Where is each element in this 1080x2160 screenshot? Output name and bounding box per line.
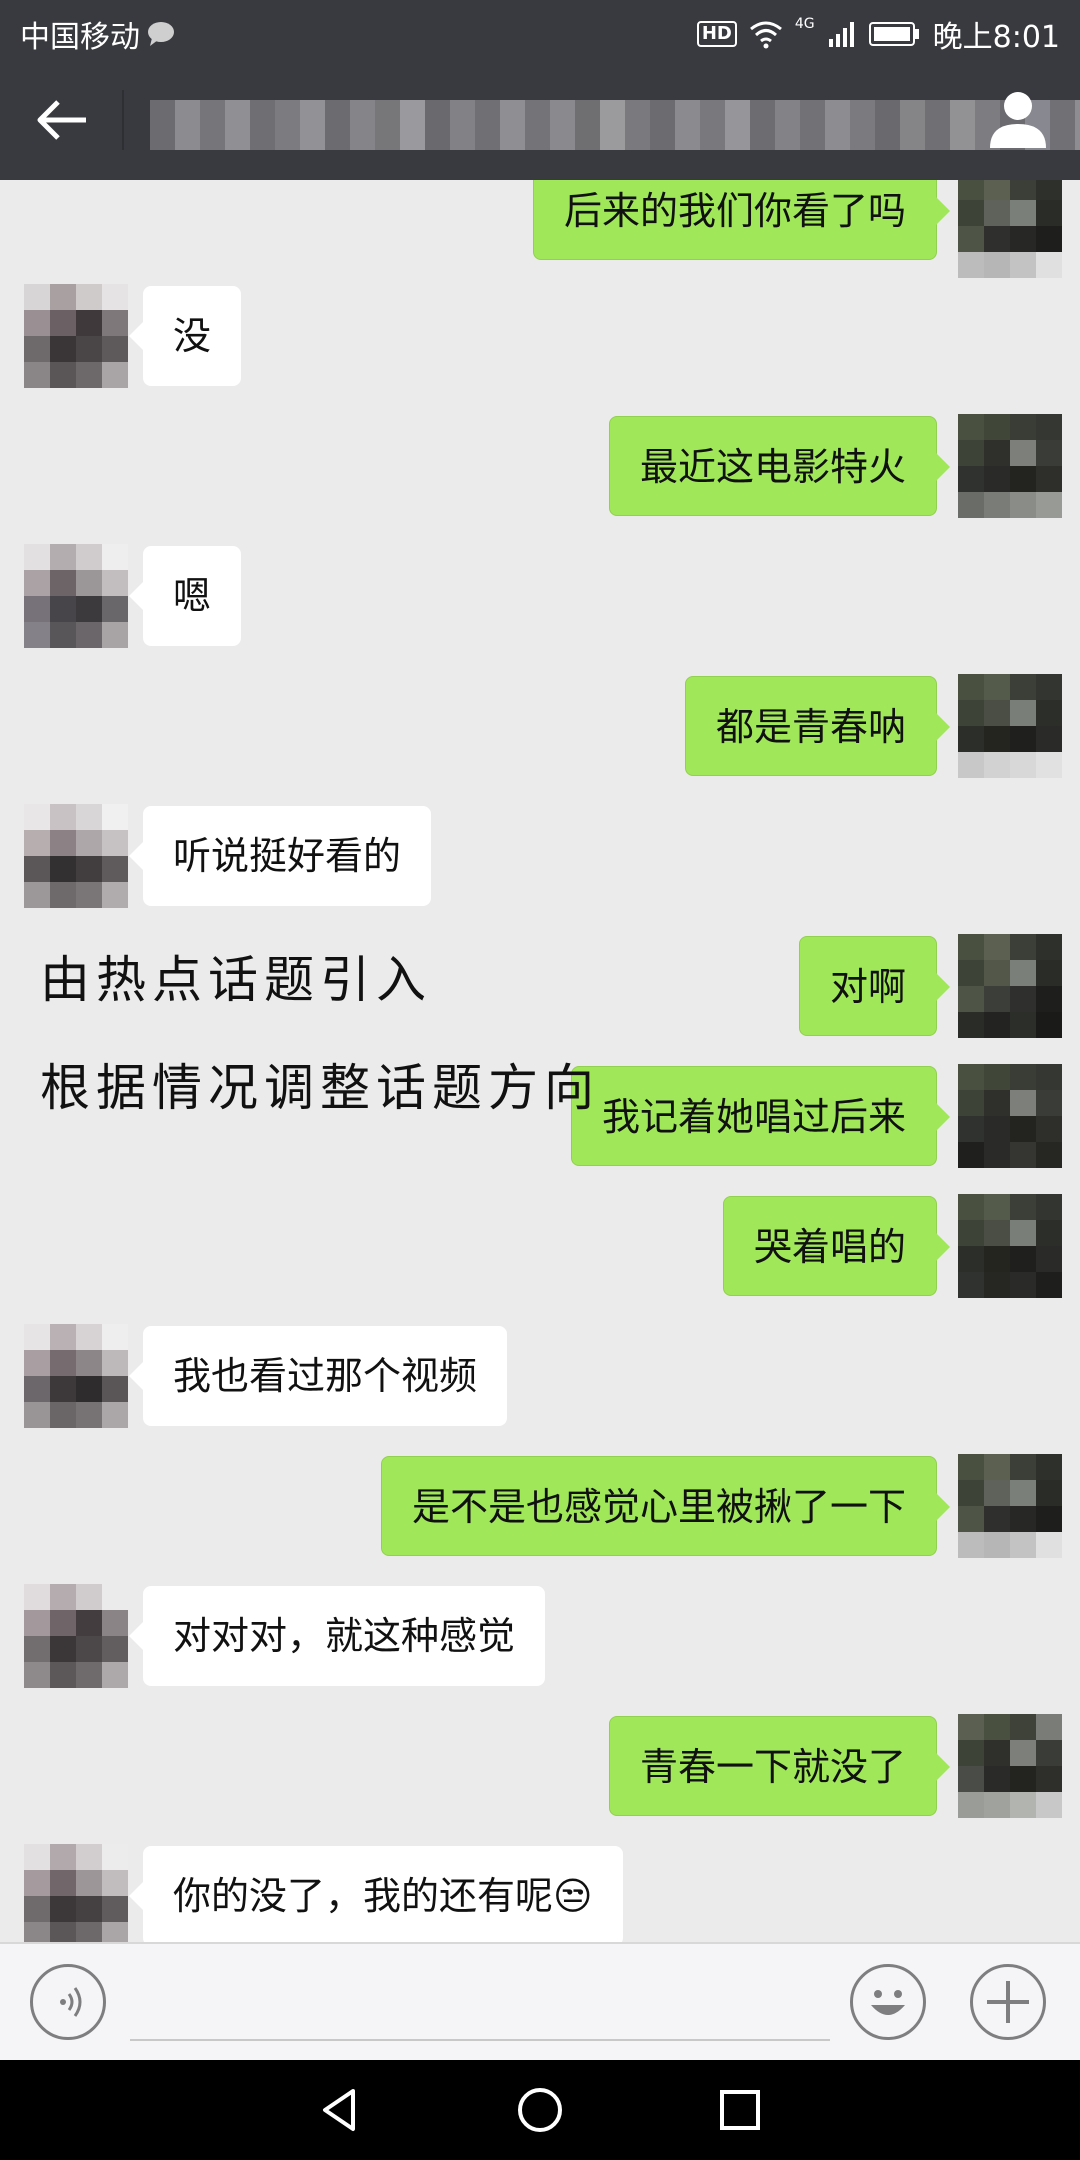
clock-label: 晚上8:01 bbox=[932, 20, 1060, 55]
message-outgoing[interactable]: 哭着唱的 bbox=[722, 1196, 951, 1296]
my-avatar[interactable] bbox=[958, 414, 1062, 518]
signal-icon bbox=[828, 22, 854, 47]
message-incoming[interactable]: 对对对，就这种感觉 bbox=[128, 1586, 546, 1686]
contact-avatar[interactable] bbox=[24, 1584, 128, 1688]
network-label: 4G bbox=[794, 16, 815, 32]
message-outgoing[interactable]: 后来的我们你看了吗 bbox=[532, 180, 951, 260]
person-icon[interactable] bbox=[986, 88, 1050, 152]
message-outgoing[interactable]: 对啊 bbox=[798, 936, 951, 1036]
my-avatar[interactable] bbox=[958, 1064, 1062, 1168]
message-input[interactable] bbox=[130, 2039, 830, 2041]
emoji-icon[interactable] bbox=[850, 1964, 926, 2040]
message-outgoing[interactable]: 最近这电影特火 bbox=[608, 416, 951, 516]
hd-badge: HD bbox=[696, 21, 737, 47]
contact-avatar[interactable] bbox=[24, 804, 128, 908]
navigation-bar bbox=[0, 2060, 1080, 2160]
contact-avatar[interactable] bbox=[24, 1324, 128, 1428]
message-outgoing[interactable]: 我记着她唱过后来 bbox=[570, 1066, 951, 1166]
contact-name-blurred bbox=[150, 100, 1080, 150]
contact-avatar[interactable] bbox=[24, 1844, 128, 1942]
message-incoming[interactable]: 你的没了，我的还有呢😒 bbox=[129, 1846, 623, 1942]
annotation-text: 由热点话题引入 bbox=[40, 951, 432, 1009]
annotation-text: 根据情况调整话题方向 bbox=[40, 1059, 600, 1117]
message-outgoing[interactable]: 青春一下就没了 bbox=[608, 1716, 951, 1816]
chat-bubble-icon bbox=[148, 22, 174, 46]
contact-avatar[interactable] bbox=[24, 544, 128, 648]
voice-icon[interactable] bbox=[30, 1964, 106, 2040]
message-incoming[interactable]: 听说挺好看的 bbox=[128, 806, 432, 906]
circle-home-icon[interactable] bbox=[515, 2085, 565, 2135]
triangle-back-icon[interactable] bbox=[315, 2085, 365, 2135]
status-bar: 中国移动 HD 4G 晚上8:01 bbox=[0, 0, 1080, 60]
header-divider bbox=[122, 90, 124, 150]
input-bar bbox=[0, 1942, 1080, 2062]
my-avatar[interactable] bbox=[958, 1714, 1062, 1818]
carrier-label: 中国移动 bbox=[20, 20, 140, 55]
plus-icon[interactable] bbox=[970, 1964, 1046, 2040]
my-avatar[interactable] bbox=[958, 1454, 1062, 1558]
battery-icon bbox=[868, 22, 919, 46]
arrow-left-icon[interactable] bbox=[28, 90, 98, 150]
contact-avatar[interactable] bbox=[24, 284, 128, 388]
message-incoming[interactable]: 没 bbox=[128, 286, 242, 386]
message-incoming[interactable]: 我也看过那个视频 bbox=[128, 1326, 508, 1426]
message-outgoing[interactable]: 都是青春呐 bbox=[684, 676, 951, 776]
chat-header bbox=[0, 60, 1080, 180]
message-incoming[interactable]: 嗯 bbox=[128, 546, 242, 646]
message-outgoing[interactable]: 是不是也感觉心里被揪了一下 bbox=[380, 1456, 951, 1556]
my-avatar[interactable] bbox=[958, 934, 1062, 1038]
wifi-icon bbox=[749, 21, 782, 49]
my-avatar[interactable] bbox=[958, 674, 1062, 778]
my-avatar[interactable] bbox=[958, 1194, 1062, 1298]
my-avatar[interactable] bbox=[958, 180, 1062, 278]
square-recents-icon[interactable] bbox=[715, 2085, 765, 2135]
chat-area[interactable]: 后来的我们你看了吗 没 最近这电影特火 嗯 都是青春呐 听说挺好看的 由热点话题… bbox=[0, 180, 1080, 1942]
